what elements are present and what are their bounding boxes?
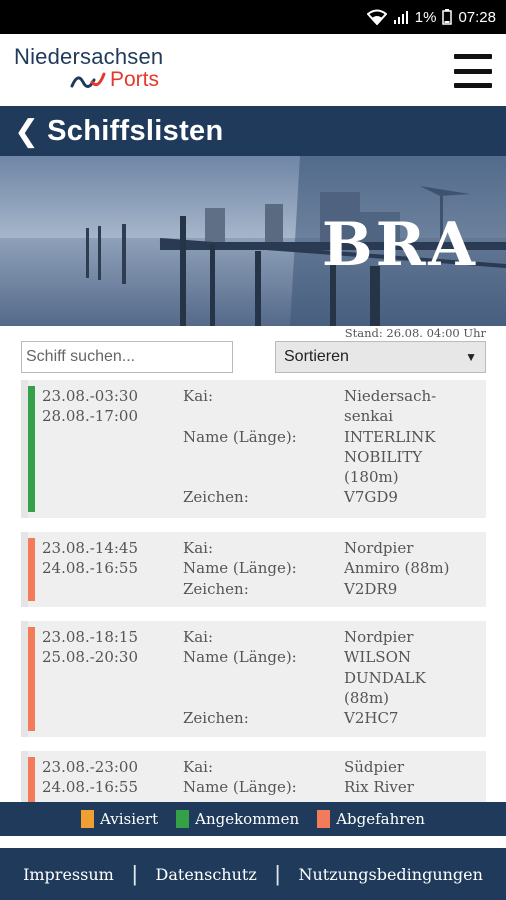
legend-swatch	[81, 810, 95, 828]
call-sign: V7GD9	[344, 488, 398, 507]
ship-name: WILSON	[344, 648, 412, 667]
status-indicator	[28, 538, 35, 601]
legend-label: Abgefahren	[336, 810, 425, 828]
arrival-date: 23.08.-18:15	[42, 628, 139, 646]
legend-avisiert: Avisiert	[81, 810, 158, 828]
kai-value: Nordpier	[344, 628, 414, 646]
ship-name: DUNDALK	[344, 668, 426, 687]
wave-logo-icon	[70, 72, 106, 88]
status-bar: 1% 07:28	[0, 0, 506, 34]
ship-name: Rix River	[344, 778, 414, 797]
ship-length: (180m)	[344, 468, 399, 487]
clock: 07:28	[458, 8, 496, 26]
ship-length: (88m)	[344, 688, 390, 707]
status-legend: Avisiert Angekommen Abgefahren	[0, 802, 506, 836]
signal-icon	[393, 11, 408, 24]
battery-percent: 1%	[414, 8, 437, 26]
ship-card[interactable]: 23.08.-18:15 25.08.-20:30 Kai: Nordpier N…	[21, 621, 486, 737]
ship-name: Anmiro (88m)	[344, 559, 450, 578]
ship-name: NOBILITY	[344, 447, 423, 466]
ship-name: INTERLINK	[344, 427, 436, 446]
kai-label: Kai:	[183, 628, 213, 646]
departure-date: 25.08.-20:30	[42, 648, 139, 667]
brand-name: Niedersachsen	[14, 44, 164, 69]
kai-label: Kai:	[183, 758, 213, 776]
legend-angekommen: Angekommen	[176, 810, 299, 828]
sort-selected: Sortieren	[284, 348, 349, 365]
zeichen-label: Zeichen:	[183, 709, 249, 728]
legend-swatch	[317, 810, 331, 828]
wifi-icon	[366, 9, 387, 25]
kai-value: Südpier	[344, 758, 404, 776]
arrival-date: 23.08.-14:45	[42, 539, 139, 557]
ship-card[interactable]: 23.08.-23:00 24.08.-16:55 Kai: Südpier Na…	[21, 751, 486, 802]
kai-value: senkai	[344, 407, 394, 426]
battery-icon	[442, 9, 453, 25]
arrival-date: 23.08.-23:00	[42, 758, 139, 776]
kai-value: Niedersach-	[344, 387, 437, 405]
arrival-date: 23.08.-03:30	[42, 387, 139, 405]
name-label: Name (Länge):	[183, 778, 297, 797]
menu-icon[interactable]	[454, 54, 492, 88]
status-indicator	[28, 757, 35, 802]
dropdown-arrow-icon: ▼	[465, 350, 477, 364]
footer-nav: Impressum | Datenschutz | Nutzungsbeding…	[0, 836, 506, 900]
legend-swatch	[176, 810, 190, 828]
legend-abgefahren: Abgefahren	[317, 810, 425, 828]
impressum-link[interactable]: Impressum	[23, 865, 114, 884]
legend-label: Avisiert	[100, 810, 159, 828]
call-sign: V2DR9	[344, 579, 398, 598]
kai-label: Kai:	[183, 387, 213, 405]
brand-sub: Ports	[110, 68, 160, 91]
data-timestamp: Stand: 26.08. 04:00 Uhr	[344, 326, 486, 340]
ship-list[interactable]: 23.08.-03:30 28.08.-17:00 Kai: Niedersach…	[21, 380, 486, 802]
departure-date: 24.08.-16:55	[42, 778, 139, 797]
nutzungsbedingungen-link[interactable]: Nutzungsbedingungen	[298, 865, 482, 884]
back-icon[interactable]: ❮	[14, 114, 39, 149]
port-hero-image: BRA	[0, 156, 506, 326]
title-bar: ❮ Schiffslisten	[0, 106, 506, 156]
name-label: Name (Länge):	[183, 648, 297, 667]
departure-date: 28.08.-17:00	[42, 407, 139, 426]
departure-date: 24.08.-16:55	[42, 559, 139, 578]
kai-value: Nordpier	[344, 539, 414, 557]
name-label: Name (Länge):	[183, 427, 297, 446]
port-code: BRA	[321, 210, 478, 280]
ship-card[interactable]: 23.08.-14:45 24.08.-16:55 Kai: Nordpier N…	[21, 532, 486, 607]
divider: |	[274, 861, 281, 886]
sort-select[interactable]: Sortieren ▼	[275, 341, 486, 373]
app-header: Niedersachsen Ports	[0, 34, 506, 106]
name-label: Name (Länge):	[183, 559, 297, 578]
status-indicator	[28, 386, 35, 512]
zeichen-label: Zeichen:	[183, 488, 249, 507]
ship-card[interactable]: 23.08.-03:30 28.08.-17:00 Kai: Niedersach…	[21, 380, 486, 518]
kai-label: Kai:	[183, 539, 213, 557]
page-title: Schiffslisten	[47, 114, 224, 147]
status-indicator	[28, 627, 35, 731]
datenschutz-link[interactable]: Datenschutz	[156, 865, 257, 884]
legend-label: Angekommen	[195, 810, 300, 828]
call-sign: V2HC7	[344, 709, 399, 728]
brand-logo[interactable]: Niedersachsen Ports	[14, 44, 163, 92]
divider: |	[131, 861, 138, 886]
zeichen-label: Zeichen:	[183, 579, 249, 598]
ship-search-input[interactable]	[21, 341, 233, 373]
